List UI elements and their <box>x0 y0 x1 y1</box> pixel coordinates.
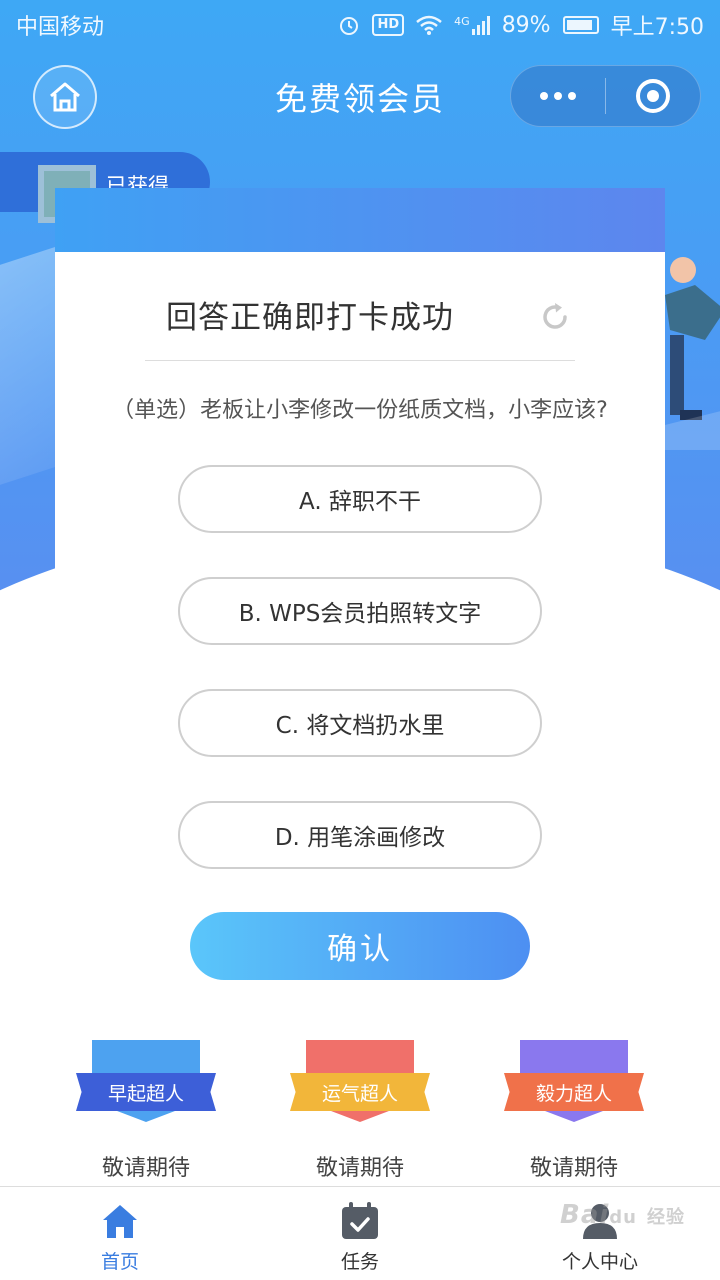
badge-caption: 敬请期待 <box>101 1156 190 1181</box>
badge-lucky[interactable]: 运气超人 敬请期待 <box>290 1040 430 1181</box>
card-header-strip <box>55 188 665 252</box>
navigation-bar: 免费领会员 <box>0 60 720 132</box>
option-d-button[interactable]: D. 用笔涂画修改 <box>178 801 542 869</box>
calendar-check-icon <box>339 1201 381 1241</box>
signal-icon: 4G <box>454 15 490 35</box>
badge-perseverance[interactable]: 毅力超人 敬请期待 <box>504 1040 644 1181</box>
watermark-text: Bai <box>560 1200 610 1230</box>
tab-label: 任务 <box>340 1251 379 1273</box>
alarm-icon <box>340 17 359 35</box>
title-divider <box>145 360 575 361</box>
confirm-button[interactable]: 确认 <box>190 912 530 980</box>
baidu-watermark: Baidu 经验 <box>560 1200 685 1230</box>
badge-early-riser[interactable]: 早起超人 敬请期待 <box>76 1040 216 1181</box>
miniprogram-capsule <box>510 65 701 127</box>
badge-ribbon: 毅力超人 <box>504 1073 644 1111</box>
battery-icon <box>562 16 599 34</box>
clock: 早上7:50 <box>610 15 704 40</box>
carrier-label: 中国移动 <box>16 15 105 40</box>
tab-tasks[interactable]: 任务 <box>280 1187 440 1280</box>
badge-ribbon: 运气超人 <box>290 1073 430 1111</box>
option-b-button[interactable]: B. WPS会员拍照转文字 <box>178 577 542 645</box>
option-c-button[interactable]: C. 将文档扔水里 <box>178 689 542 757</box>
badge-caption: 敬请期待 <box>315 1156 404 1181</box>
more-dots-icon <box>540 92 576 100</box>
status-indicators: HD 4G 89% 早上7:50 <box>338 9 704 41</box>
network-type: 4G <box>454 15 470 28</box>
tab-label: 个人中心 <box>561 1251 638 1273</box>
wifi-icon <box>416 15 442 35</box>
target-icon <box>636 79 670 113</box>
badge-caption: 敬请期待 <box>529 1156 618 1181</box>
badge-ribbon: 早起超人 <box>76 1073 216 1111</box>
watermark-cn: 经验 <box>647 1207 686 1228</box>
tab-home[interactable]: 首页 <box>40 1187 200 1280</box>
question-text: （单选）老板让小李修改一份纸质文档，小李应该? <box>112 398 608 423</box>
more-button[interactable] <box>511 66 605 126</box>
tab-label: 首页 <box>100 1251 139 1273</box>
quiz-title: 回答正确即打卡成功 <box>166 300 454 336</box>
refresh-icon[interactable] <box>538 300 572 334</box>
battery-percent: 89% <box>501 12 551 38</box>
close-miniprogram-button[interactable] <box>606 66 700 126</box>
watermark-suffix: du <box>609 1207 637 1228</box>
hd-badge: HD <box>372 14 405 36</box>
status-bar: 中国移动 HD 4G 89% 早上7:50 <box>0 0 720 50</box>
option-a-button[interactable]: A. 辞职不干 <box>178 465 542 533</box>
home-icon <box>99 1201 141 1241</box>
